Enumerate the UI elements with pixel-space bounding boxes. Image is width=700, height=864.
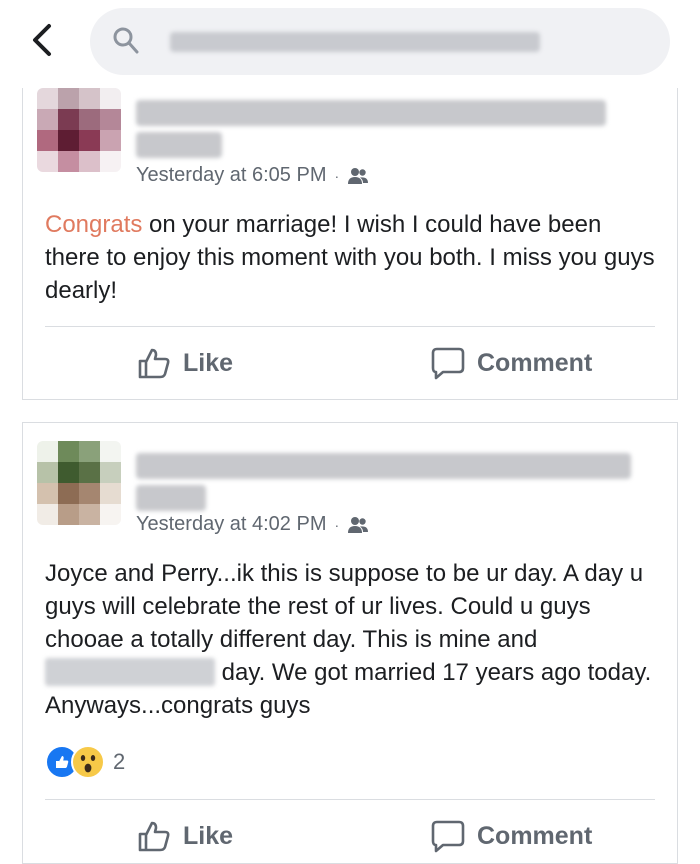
- avatar[interactable]: [37, 441, 121, 525]
- comment-bubble-icon: [431, 820, 465, 853]
- comment-text: Congrats on your marriage! I wish I coul…: [45, 208, 657, 307]
- post-meta: Yesterday at 4:02 PM ·: [136, 513, 369, 536]
- spouse-name-redacted: [45, 658, 215, 686]
- comment-label: Comment: [477, 348, 593, 377]
- search-icon: [113, 27, 139, 54]
- comment-text: Joyce and Perry...ik this is suppose to …: [45, 557, 657, 722]
- search-bar[interactable]: [90, 8, 670, 75]
- author-name-redacted[interactable]: [136, 100, 606, 126]
- like-button[interactable]: Like: [137, 346, 233, 380]
- timestamp[interactable]: Yesterday at 6:05 PM: [136, 164, 327, 187]
- comment-bubble-icon: [431, 347, 465, 380]
- comment-text-accent: Congrats: [45, 211, 143, 238]
- like-thumb-icon: [138, 348, 170, 379]
- top-bar: [0, 0, 700, 90]
- timestamp[interactable]: Yesterday at 4:02 PM: [136, 513, 327, 536]
- back-button[interactable]: [22, 20, 62, 60]
- post-meta: Yesterday at 6:05 PM ·: [136, 164, 369, 187]
- meta-separator: ·: [334, 516, 340, 533]
- comment-card: Yesterday at 6:05 PM · Congrats on your …: [22, 88, 678, 400]
- author-name-redacted[interactable]: [136, 485, 206, 511]
- divider: [45, 326, 655, 327]
- divider: [45, 799, 655, 800]
- like-label: Like: [183, 821, 234, 850]
- friends-audience-icon: [348, 167, 369, 184]
- comment-label: Comment: [477, 821, 593, 850]
- comment-card: Yesterday at 4:02 PM · Joyce and Perry..…: [22, 422, 678, 864]
- search-query-redacted: [170, 32, 540, 52]
- reaction-count: 2: [113, 749, 126, 774]
- like-label: Like: [183, 348, 234, 377]
- wow-reaction-icon: [71, 745, 105, 779]
- avatar[interactable]: [37, 88, 121, 172]
- comment-text-part1: Joyce and Perry...ik this is suppose to …: [45, 560, 644, 653]
- friends-audience-icon: [348, 516, 369, 533]
- author-name-redacted[interactable]: [136, 453, 631, 479]
- reaction-summary[interactable]: 2: [45, 745, 125, 779]
- comment-button[interactable]: Comment: [431, 346, 592, 380]
- back-chevron-icon: [33, 24, 51, 56]
- author-name-redacted[interactable]: [136, 132, 222, 158]
- meta-separator: ·: [334, 167, 340, 184]
- like-thumb-icon: [138, 821, 170, 852]
- like-button[interactable]: Like: [137, 819, 233, 853]
- comment-button[interactable]: Comment: [431, 819, 592, 853]
